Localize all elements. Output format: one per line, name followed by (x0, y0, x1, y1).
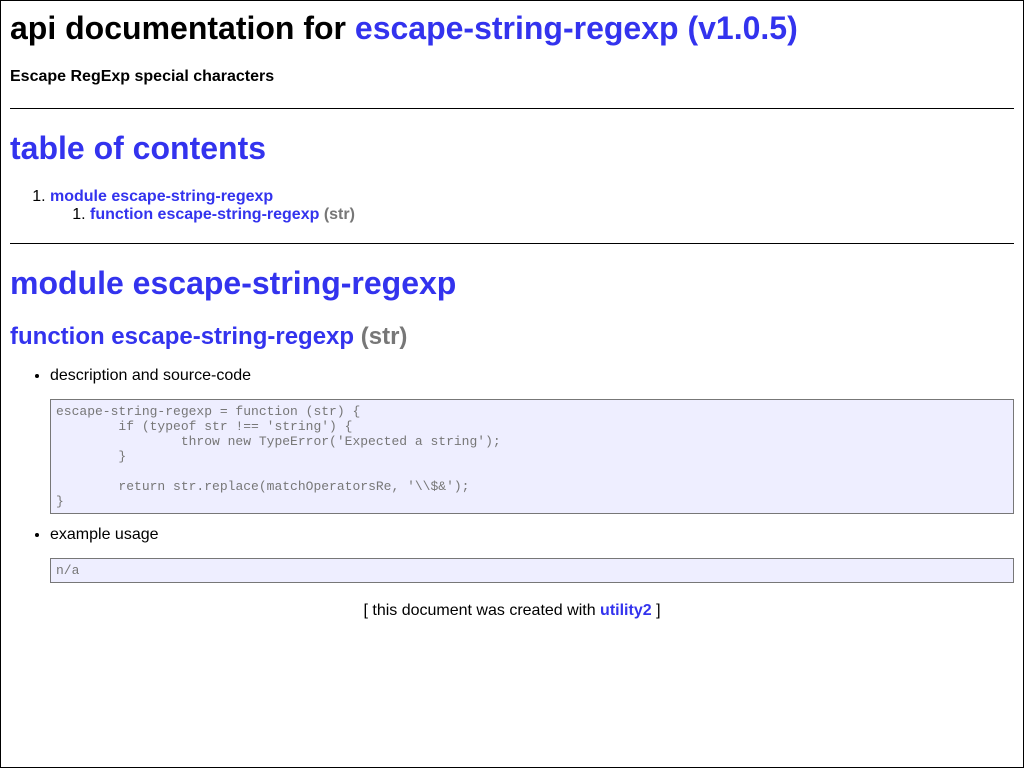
page-title-prefix: api documentation for (10, 10, 346, 46)
function-details: description and source-code escape-strin… (10, 367, 1014, 583)
list-item-example: example usage n/a (50, 526, 1014, 583)
divider (10, 243, 1014, 244)
example-code-block: n/a (50, 558, 1014, 583)
footer-text-after: ] (656, 602, 661, 619)
toc-heading-link[interactable]: table of contents (10, 130, 266, 166)
table-of-contents: module escape-string-regexp function esc… (10, 188, 1014, 224)
package-link[interactable]: escape-string-regexp (v1.0.5) (355, 10, 798, 46)
page: api documentation for escape-string-rege… (1, 10, 1023, 620)
toc-function-link[interactable]: function escape-string-regexp (90, 206, 319, 223)
package-description: Escape RegExp special characters (10, 68, 275, 85)
example-label: example usage (50, 526, 159, 543)
toc-sublist: function escape-string-regexp (str) (50, 206, 1014, 224)
function-signature: (str) (360, 323, 408, 350)
description-label: description and source-code (50, 367, 252, 384)
module-heading-link[interactable]: module escape-string-regexp (10, 265, 456, 301)
toc-item-module: module escape-string-regexp function esc… (50, 188, 1014, 224)
function-heading: function escape-string-regexp (str) (10, 323, 1014, 351)
function-heading-link[interactable]: function escape-string-regexp (10, 323, 354, 350)
source-code-block: escape-string-regexp = function (str) { … (50, 399, 1014, 514)
utility2-link[interactable]: utility2 (600, 602, 652, 619)
toc-heading: table of contents (10, 130, 1014, 167)
divider (10, 108, 1014, 109)
toc-item-function: function escape-string-regexp (str) (90, 206, 1014, 224)
module-heading: module escape-string-regexp (10, 265, 1014, 302)
toc-function-signature: (str) (323, 206, 355, 223)
toc-module-link[interactable]: module escape-string-regexp (50, 188, 273, 205)
page-title: api documentation for escape-string-rege… (10, 10, 1014, 47)
list-item-description: description and source-code escape-strin… (50, 367, 1014, 514)
footer-text-before: [ this document was created with (363, 602, 596, 619)
footer: [ this document was created with utility… (10, 602, 1014, 620)
